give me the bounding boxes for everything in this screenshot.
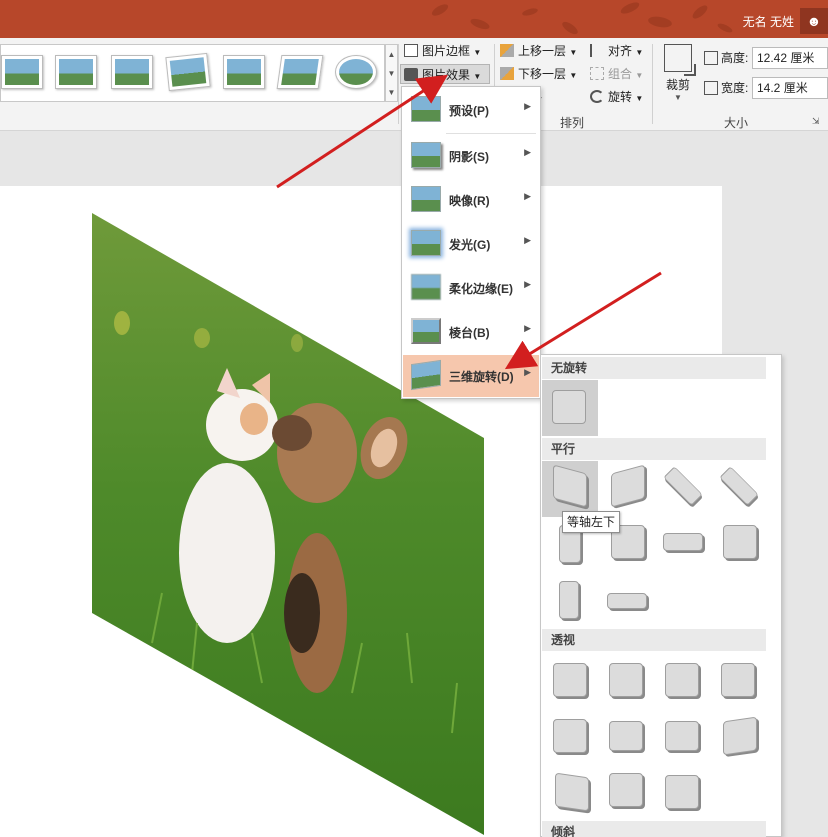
width-row: 宽度: 14.2 厘米 ▲▼ bbox=[704, 76, 828, 100]
rotation-option-perspective[interactable] bbox=[609, 773, 643, 807]
separator bbox=[398, 44, 399, 124]
menu-item-soft-edges[interactable]: 柔化边缘(E) ▶ bbox=[403, 267, 539, 309]
picture-styles-gallery: ▲ ▼ ▼ bbox=[0, 44, 398, 140]
rotation-option-perspective[interactable] bbox=[553, 663, 587, 697]
style-thumbnail[interactable] bbox=[55, 55, 97, 89]
rotation-option-parallel[interactable] bbox=[559, 581, 579, 619]
style-thumbnail[interactable] bbox=[276, 55, 324, 89]
picture-effects-button[interactable]: 图片效果 ▼ bbox=[400, 64, 490, 84]
3d-rotation-icon bbox=[411, 359, 441, 391]
group-icon bbox=[590, 67, 604, 80]
send-backward-icon bbox=[500, 67, 514, 80]
style-thumbnail[interactable] bbox=[335, 55, 377, 89]
rotation-option-perspective[interactable] bbox=[555, 772, 589, 812]
picture-effects-menu: 预设(P) ▶ 阴影(S) ▶ 映像(R) ▶ 发光(G) ▶ 柔化边缘(E) ▶ 棱台(… bbox=[401, 86, 541, 399]
section-perspective: 透视 bbox=[542, 629, 766, 651]
rotation-option-isometric-top-down[interactable] bbox=[719, 466, 759, 506]
menu-item-reflection[interactable]: 映像(R) ▶ bbox=[403, 179, 539, 221]
menu-item-bevel[interactable]: 棱台(B) ▶ bbox=[403, 311, 539, 353]
styles-strip bbox=[0, 44, 385, 102]
rotation-option-perspective[interactable] bbox=[665, 721, 699, 751]
scroll-down-icon[interactable]: ▼ bbox=[386, 64, 397, 83]
rotation-option-isometric-top-up[interactable] bbox=[663, 466, 703, 506]
separator bbox=[652, 44, 653, 124]
rotate-button[interactable]: 旋转 ▼ bbox=[590, 87, 643, 107]
crop-icon bbox=[664, 44, 696, 76]
gallery-scroll[interactable]: ▲ ▼ ▼ bbox=[385, 44, 398, 102]
picture-border-icon bbox=[404, 44, 418, 57]
picture-border-button[interactable]: 图片边框 ▼ bbox=[404, 41, 481, 61]
picture-effects-icon bbox=[404, 68, 418, 81]
rotate-icon bbox=[590, 90, 604, 103]
arrange-group-label: 排列 bbox=[560, 116, 585, 130]
person-icon[interactable]: ☻ bbox=[800, 8, 828, 34]
align-icon bbox=[590, 44, 604, 57]
width-icon bbox=[704, 81, 718, 95]
section-no-rotation: 无旋转 bbox=[542, 357, 766, 379]
rotation-option-parallel[interactable] bbox=[723, 525, 757, 559]
style-thumbnail[interactable] bbox=[223, 55, 265, 89]
soft-edges-icon bbox=[411, 274, 441, 300]
rotation-option-parallel[interactable] bbox=[607, 593, 647, 609]
group-button[interactable]: 组合 ▼ bbox=[590, 64, 643, 84]
bring-forward-icon bbox=[500, 44, 514, 57]
width-input[interactable]: 14.2 厘米 bbox=[752, 77, 828, 99]
rotation-option-perspective[interactable] bbox=[723, 716, 757, 756]
rotation-option-isometric-right-up[interactable] bbox=[611, 464, 645, 508]
chevron-down-icon: ▼ bbox=[674, 93, 682, 102]
rotation-option-perspective[interactable] bbox=[721, 663, 755, 697]
send-backward-button[interactable]: 下移一层 ▼ bbox=[500, 64, 577, 84]
rotation-option-perspective[interactable] bbox=[553, 719, 587, 753]
gallery-expand-icon[interactable]: ▼ bbox=[386, 83, 397, 102]
rotation-option-perspective[interactable] bbox=[665, 663, 699, 697]
menu-item-glow[interactable]: 发光(G) ▶ bbox=[403, 223, 539, 265]
height-icon bbox=[704, 51, 718, 65]
section-parallel: 平行 bbox=[542, 438, 766, 460]
style-thumbnail[interactable] bbox=[165, 52, 211, 92]
style-thumbnail[interactable] bbox=[1, 55, 43, 89]
size-group-label: 大小 bbox=[724, 116, 749, 130]
rotation-option-perspective[interactable] bbox=[609, 721, 643, 751]
rotation-option-parallel[interactable] bbox=[663, 533, 703, 551]
leaf-pattern-decoration bbox=[431, 2, 733, 35]
user-name[interactable]: 无名 无姓 bbox=[743, 13, 794, 30]
rotation-option-none[interactable] bbox=[552, 390, 586, 424]
glow-icon bbox=[411, 230, 441, 256]
section-oblique: 倾斜 bbox=[542, 821, 766, 837]
preset-icon bbox=[411, 96, 441, 122]
shadow-icon bbox=[411, 142, 441, 168]
3d-rotation-submenu: 无旋转 平行 透视 倾斜 bbox=[540, 354, 782, 837]
menu-item-preset[interactable]: 预设(P) ▶ bbox=[403, 89, 539, 131]
rotation-option-perspective[interactable] bbox=[609, 663, 643, 697]
bevel-icon bbox=[411, 318, 441, 344]
style-thumbnail[interactable] bbox=[111, 55, 153, 89]
menu-item-3d-rotation[interactable]: 三维旋转(D) ▶ bbox=[403, 355, 539, 397]
title-bar: 无名 无姓 ☻ bbox=[0, 0, 828, 38]
menu-item-shadow[interactable]: 阴影(S) ▶ bbox=[403, 135, 539, 177]
rotation-option-perspective[interactable] bbox=[665, 775, 699, 809]
dialog-launcher-icon[interactable]: ⇲ bbox=[812, 116, 820, 127]
align-button[interactable]: 对齐 ▼ bbox=[590, 41, 643, 61]
height-row: 高度: 12.42 厘米 ▲▼ bbox=[704, 46, 828, 70]
bring-forward-button[interactable]: 上移一层 ▼ bbox=[500, 41, 577, 61]
crop-button[interactable]: 裁剪 ▼ bbox=[660, 44, 696, 102]
reflection-icon bbox=[411, 186, 441, 212]
tooltip: 等轴左下 bbox=[562, 511, 620, 533]
height-input[interactable]: 12.42 厘米 bbox=[752, 47, 828, 69]
scroll-up-icon[interactable]: ▲ bbox=[386, 45, 397, 64]
